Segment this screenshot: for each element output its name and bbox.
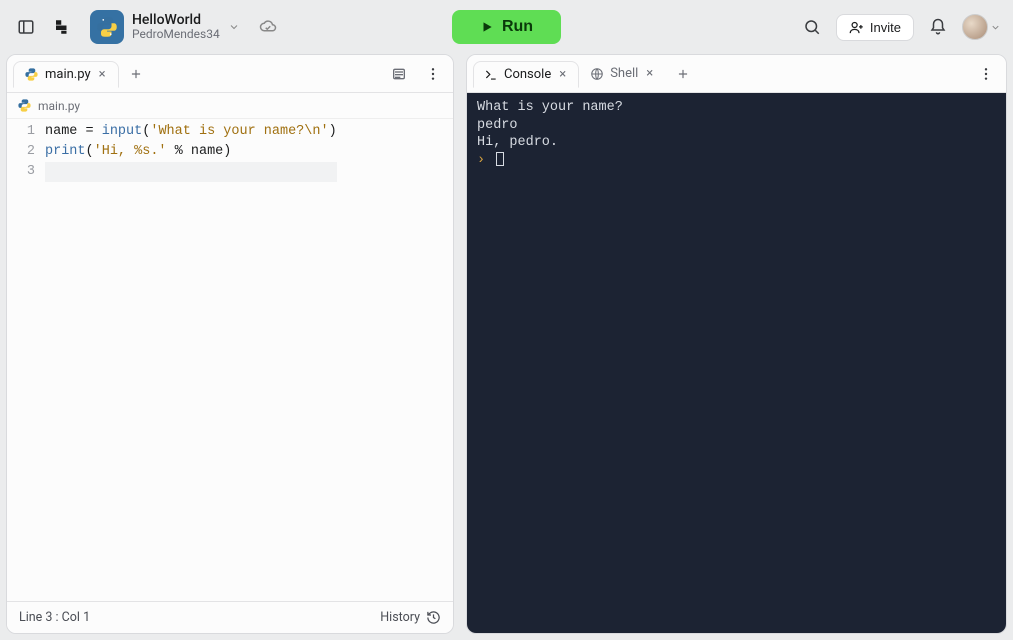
add-user-icon (849, 20, 864, 35)
python-file-icon (17, 98, 32, 113)
panel-layout-icon[interactable] (385, 60, 413, 88)
repl-owner: PedroMendes34 (132, 28, 220, 42)
line-number: 2 (7, 142, 35, 162)
close-icon[interactable]: × (557, 67, 568, 82)
tab-shell[interactable]: Shell × (579, 60, 666, 87)
invite-button[interactable]: Invite (836, 14, 914, 41)
play-icon (480, 20, 494, 34)
python-icon (90, 10, 124, 44)
repl-titles: HelloWorld PedroMendes34 (132, 12, 220, 42)
terminal-icon (484, 68, 498, 82)
app-header: HelloWorld PedroMendes34 Run Invite (0, 0, 1013, 54)
replit-logo-icon[interactable] (48, 13, 76, 41)
editor-statusbar: Line 3 : Col 1 History (7, 601, 453, 633)
line-number: 3 (7, 162, 35, 182)
repl-info[interactable]: HelloWorld PedroMendes34 (84, 6, 246, 48)
sidebar-toggle-icon[interactable] (12, 13, 40, 41)
run-button[interactable]: Run (452, 10, 561, 44)
tab-label: main.py (45, 67, 91, 82)
history-button[interactable]: History (380, 610, 441, 625)
header-center: Run (344, 10, 668, 44)
deploy-status-icon[interactable] (254, 13, 282, 41)
close-icon[interactable]: × (97, 67, 108, 82)
kebab-menu-icon[interactable] (972, 60, 1000, 88)
code-area[interactable]: name = input('What is your name?\n')prin… (45, 119, 337, 601)
tab-label: Console (504, 67, 551, 82)
code-editor[interactable]: 123 name = input('What is your name?\n')… (7, 119, 453, 601)
avatar (962, 14, 988, 40)
repl-name: HelloWorld (132, 12, 220, 28)
console-output[interactable]: What is your name?pedroHi, pedro.› (467, 93, 1006, 633)
account-menu[interactable] (962, 14, 1001, 40)
line-gutter: 123 (7, 119, 45, 601)
code-line[interactable]: print('Hi, %s.' % name) (45, 142, 337, 162)
python-file-icon (24, 67, 39, 82)
add-tab-button[interactable] (123, 61, 149, 87)
console-prompt[interactable]: › (477, 152, 996, 170)
console-pane: Console × Shell × What is your name?pedr… (466, 54, 1007, 634)
editor-pane: main.py × main.py (6, 54, 454, 634)
search-icon[interactable] (798, 13, 826, 41)
close-icon[interactable]: × (644, 66, 655, 81)
console-line: pedro (477, 117, 996, 135)
line-number: 1 (7, 122, 35, 142)
console-line: What is your name? (477, 99, 996, 117)
header-left: HelloWorld PedroMendes34 (12, 6, 336, 48)
run-label: Run (502, 18, 533, 36)
console-line: Hi, pedro. (477, 134, 996, 152)
breadcrumb: main.py (7, 93, 453, 119)
add-tab-button[interactable] (670, 61, 696, 87)
history-icon (426, 610, 441, 625)
tab-label: Shell (610, 66, 638, 81)
kebab-menu-icon[interactable] (419, 60, 447, 88)
code-line[interactable]: name = input('What is your name?\n') (45, 122, 337, 142)
console-tabs: Console × Shell × (467, 55, 1006, 93)
cursor-icon (496, 152, 504, 166)
notifications-icon[interactable] (924, 13, 952, 41)
tab-main-py[interactable]: main.py × (13, 61, 119, 88)
editor-tabs: main.py × (7, 55, 453, 93)
chevron-down-icon (990, 22, 1001, 33)
header-right: Invite (677, 13, 1001, 41)
invite-label: Invite (870, 20, 901, 35)
breadcrumb-file: main.py (38, 99, 80, 113)
history-label: History (380, 610, 420, 625)
tab-console[interactable]: Console × (473, 61, 579, 88)
shell-icon (590, 67, 604, 81)
cursor-position: Line 3 : Col 1 (19, 610, 90, 625)
code-line[interactable] (45, 162, 337, 182)
main-split: main.py × main.py (0, 54, 1013, 640)
chevron-down-icon[interactable] (228, 18, 240, 37)
